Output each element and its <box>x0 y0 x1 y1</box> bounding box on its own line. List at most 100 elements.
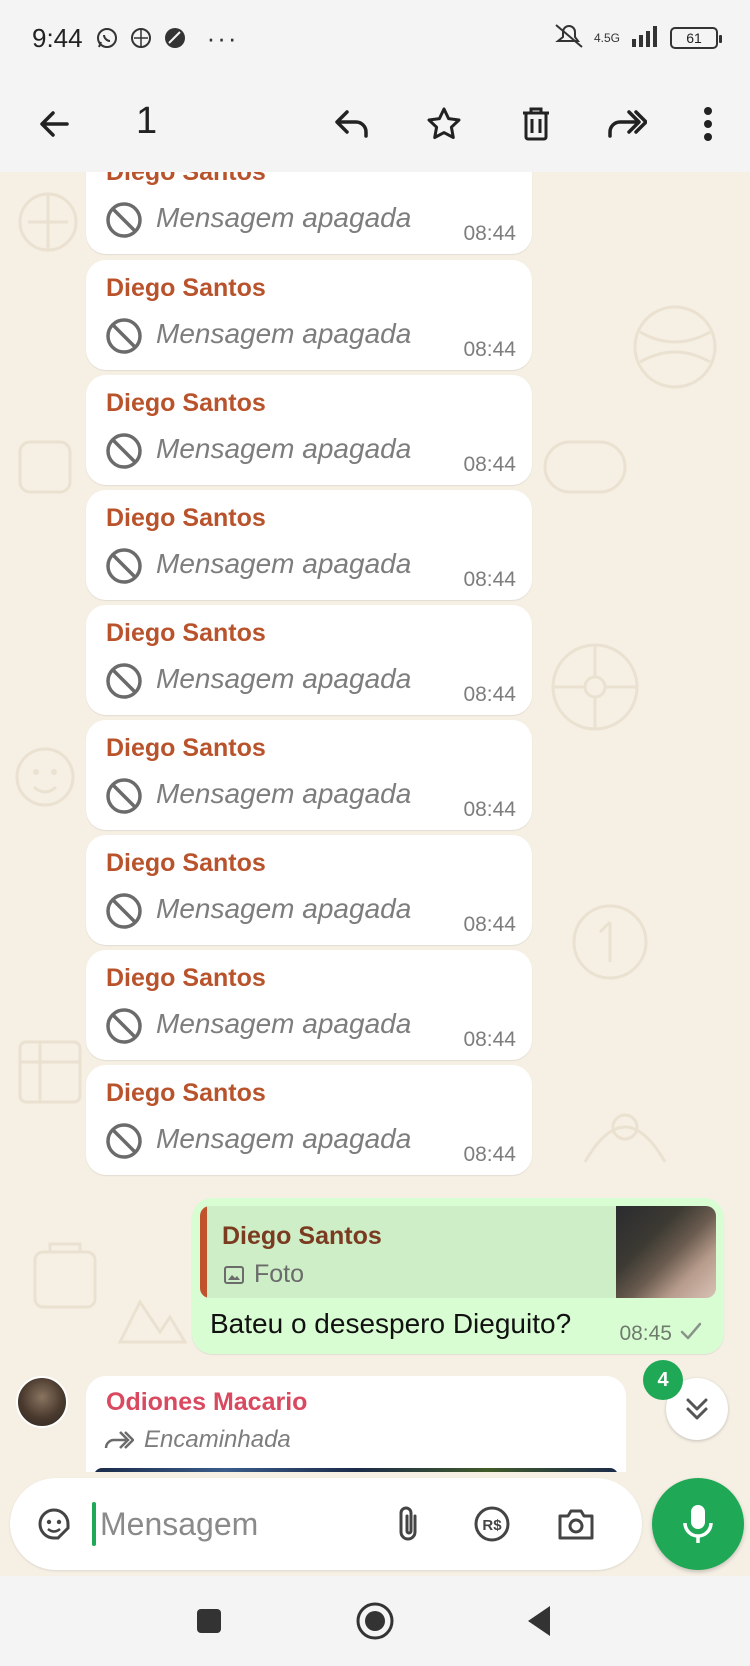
deleted-message[interactable]: Diego Santos Mensagem apagada 08:44 <box>86 375 532 485</box>
delete-button[interactable] <box>508 96 564 152</box>
deleted-message-icon <box>106 202 142 238</box>
star-button[interactable] <box>416 96 472 152</box>
message-sender: Odiones Macario <box>106 1388 308 1416</box>
deleted-message-icon <box>106 663 142 699</box>
photo-icon <box>224 1265 244 1284</box>
message-sender: Diego Santos <box>106 734 266 762</box>
message-text: Mensagem apagada <box>156 1123 412 1154</box>
triangle-back-icon <box>528 1606 550 1636</box>
voice-record-button[interactable] <box>652 1478 744 1570</box>
deleted-message[interactable]: Diego Santos Mensagem apagada 08:44 <box>86 1065 532 1175</box>
message-sender: Diego Santos <box>106 849 266 877</box>
message-text: Mensagem apagada <box>156 548 412 579</box>
deleted-message-icon <box>106 893 142 929</box>
quoted-sender: Diego Santos <box>222 1222 382 1250</box>
more-notifications: ··· <box>206 22 239 53</box>
sent-check-icon <box>680 1322 702 1340</box>
circle-icon <box>161 24 189 52</box>
forward-button[interactable] <box>598 96 654 152</box>
deleted-message-icon <box>106 778 142 814</box>
wallpaper-doodle-icon <box>33 1242 97 1309</box>
deleted-message[interactable]: Diego Santos Mensagem apagada 08:44 <box>86 720 532 830</box>
wallpaper-doodle-icon <box>15 747 75 807</box>
back-button[interactable] <box>26 96 82 152</box>
vpn-icon <box>127 24 155 52</box>
message-text: Mensagem apagada <box>156 778 412 809</box>
quoted-type-label: Foto <box>254 1260 305 1288</box>
deleted-message[interactable]: Diego Santos Mensagem apagada 08:44 <box>86 260 532 370</box>
back-nav-button[interactable] <box>516 1598 562 1644</box>
whatsapp-icon <box>93 24 121 52</box>
deleted-message-icon <box>106 1123 142 1159</box>
message-text: Mensagem apagada <box>156 663 412 694</box>
message-time: 08:45 <box>619 1322 672 1345</box>
quote-accent-bar <box>200 1206 207 1298</box>
message-text: Mensagem apagada <box>156 433 412 464</box>
message-sender: Diego Santos <box>106 389 266 417</box>
outgoing-message[interactable]: Diego Santos Foto Bateu o desespero Dieg… <box>192 1198 724 1354</box>
quoted-message[interactable]: Diego Santos Foto <box>200 1206 716 1298</box>
message-time: 08:44 <box>463 1143 516 1166</box>
status-bar: 9:44 ··· 4.5G 61 <box>0 0 750 76</box>
selected-count: 1 <box>136 100 158 142</box>
wallpaper-doodle-icon <box>18 440 72 494</box>
more-options-button[interactable] <box>680 96 736 152</box>
selection-toolbar: 1 <box>0 76 750 172</box>
star-icon <box>427 107 461 139</box>
camera-button[interactable] <box>550 1498 602 1550</box>
text-cursor <box>92 1502 96 1546</box>
forwarded-text: Encaminhada <box>144 1426 291 1453</box>
message-composer: R$ <box>10 1478 642 1570</box>
status-time: 9:44 <box>32 22 83 53</box>
recent-apps-button[interactable] <box>186 1598 232 1644</box>
currency-real-icon: R$ <box>474 1506 510 1542</box>
deleted-message-icon <box>106 318 142 354</box>
system-navigation-bar <box>0 1576 750 1666</box>
forwarded-message[interactable]: Odiones Macario Encaminhada <box>86 1376 626 1476</box>
microphone-icon <box>683 1505 713 1543</box>
battery-indicator: 61 <box>670 27 722 49</box>
forwarded-label: Encaminhada <box>104 1426 291 1454</box>
attach-button[interactable] <box>382 1498 434 1550</box>
message-sender: Diego Santos <box>106 504 266 532</box>
reply-button[interactable] <box>324 96 380 152</box>
sticker-button[interactable] <box>28 1498 80 1550</box>
home-button[interactable] <box>352 1598 398 1644</box>
message-sender: Diego Santos <box>106 619 266 647</box>
deleted-message[interactable]: Diego Santos Mensagem apagada 08:44 <box>86 605 532 715</box>
avatar[interactable] <box>16 1376 68 1428</box>
delete-icon <box>523 107 549 141</box>
message-time: 08:44 <box>463 1028 516 1051</box>
wallpaper-doodle-icon <box>633 305 717 389</box>
deleted-message-icon <box>106 548 142 584</box>
deleted-message[interactable]: Diego Santos Mensagem apagada 08:44 <box>86 950 532 1060</box>
message-input[interactable] <box>100 1498 400 1550</box>
deleted-message[interactable]: Diego Santos Mensagem apagada 08:44 <box>86 835 532 945</box>
deleted-message-icon <box>106 433 142 469</box>
message-text: Mensagem apagada <box>156 318 412 349</box>
wallpaper-doodle-icon <box>572 904 648 980</box>
message-sender: Diego Santos <box>106 274 266 302</box>
message-time: 08:44 <box>463 798 516 821</box>
wallpaper-doodle-icon <box>551 643 639 731</box>
deleted-message[interactable]: Diego Santos Mensagem apagada 08:44 <box>86 490 532 600</box>
payment-button[interactable]: R$ <box>466 1498 518 1550</box>
network-label: 4.5G <box>593 31 620 45</box>
message-sender: Diego Santos <box>106 172 266 186</box>
unread-badge: 4 <box>643 1360 683 1400</box>
paperclip-icon <box>399 1506 417 1541</box>
quoted-photo-thumbnail <box>616 1206 716 1298</box>
deleted-message[interactable]: Diego Santos Mensagem apagada 08:44 <box>86 172 532 254</box>
more-icon <box>704 107 712 141</box>
double-chevron-down-icon <box>686 1398 708 1420</box>
mute-icon <box>554 23 584 54</box>
sticker-icon <box>38 1508 70 1540</box>
forwarded-icon <box>104 1431 134 1449</box>
deleted-message-icon <box>106 1008 142 1044</box>
wallpaper-doodle-icon <box>18 1040 82 1104</box>
forward-icon <box>608 110 647 138</box>
home-circle-icon <box>356 1602 394 1640</box>
square-icon <box>197 1609 221 1633</box>
message-sender: Diego Santos <box>106 964 266 992</box>
quoted-type: Foto <box>222 1260 304 1289</box>
